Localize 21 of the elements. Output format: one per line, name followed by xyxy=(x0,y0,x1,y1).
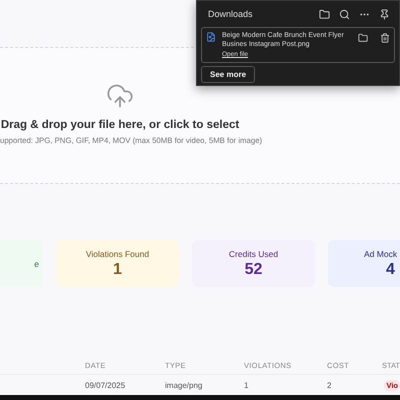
stat-label: Ad Mock xyxy=(364,248,398,258)
stat-label: Violations Found xyxy=(86,248,150,258)
downloads-title: Downloads xyxy=(208,9,254,19)
stat-value: 4 xyxy=(386,260,395,278)
see-more-button[interactable]: See more xyxy=(201,66,256,83)
delete-icon[interactable] xyxy=(380,33,390,43)
pin-icon[interactable] xyxy=(379,8,390,20)
stat-label: e xyxy=(34,258,39,268)
table-cell-text: 1 xyxy=(244,380,250,390)
upload-cloud-icon xyxy=(106,82,134,110)
table-cell-text: 2 xyxy=(327,380,332,390)
stat-value: 1 xyxy=(113,260,122,278)
dropzone-title: Drag & drop your file here, or click to select xyxy=(0,119,240,131)
stat-label: Credits Used xyxy=(228,248,278,258)
stat-value: 52 xyxy=(244,260,262,278)
table-cell-text: image/png xyxy=(165,380,204,390)
folder-icon[interactable] xyxy=(358,33,368,43)
search-icon[interactable] xyxy=(339,8,350,20)
image-file-icon xyxy=(206,32,216,42)
folder-icon[interactable] xyxy=(319,8,330,20)
table-cell-text: 09/07/2025 xyxy=(85,380,126,390)
